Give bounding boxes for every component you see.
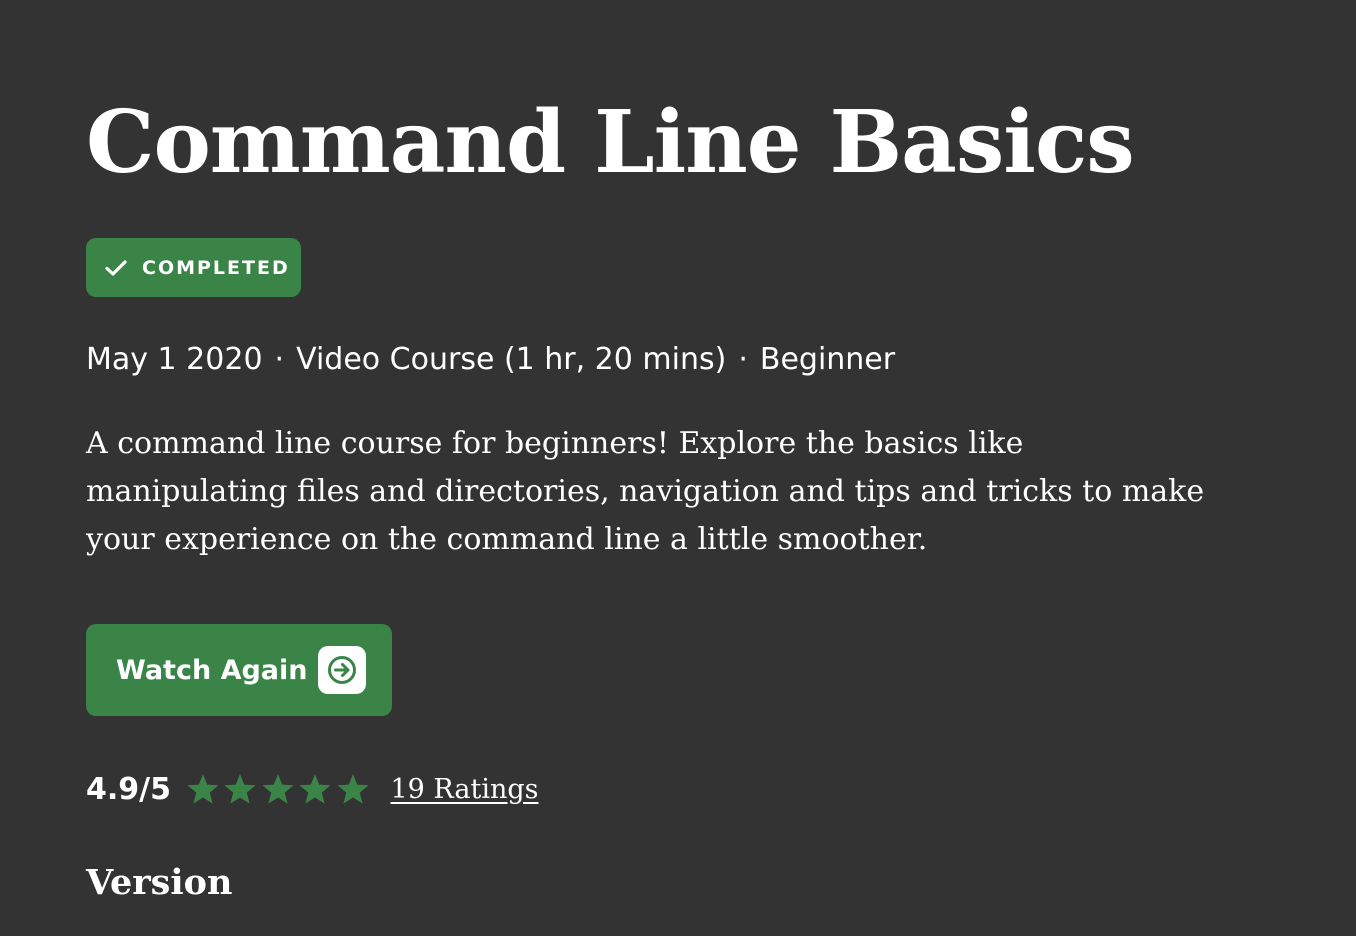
course-date: May 1 2020 bbox=[86, 342, 263, 377]
star-icon bbox=[185, 772, 221, 806]
page-title: Command Line Basics bbox=[86, 92, 1135, 193]
meta-separator: · bbox=[738, 342, 748, 377]
course-meta: May 1 2020 · Video Course (1 hr, 20 mins… bbox=[86, 340, 895, 380]
watch-again-button[interactable]: Watch Again bbox=[86, 624, 392, 716]
status-badge-label: COMPLETED bbox=[142, 256, 290, 279]
rating-summary: 4.9/5 19 Ratings bbox=[86, 766, 538, 812]
star-icon bbox=[297, 772, 333, 806]
star-rating bbox=[185, 772, 373, 806]
star-icon bbox=[222, 772, 258, 806]
meta-separator: · bbox=[274, 342, 285, 377]
rating-score: 4.9/5 bbox=[86, 771, 171, 807]
course-description: A command line course for beginners! Exp… bbox=[86, 426, 1205, 557]
ratings-count-link[interactable]: 19 Ratings bbox=[390, 774, 538, 805]
arrow-right-icon bbox=[318, 646, 366, 694]
status-badge: COMPLETED bbox=[86, 238, 301, 297]
star-icon bbox=[260, 772, 296, 806]
version-heading: Version bbox=[86, 862, 233, 903]
watch-again-label: Watch Again bbox=[116, 654, 308, 686]
checkmark-icon bbox=[104, 256, 128, 280]
course-format: Video Course (1 hr, 20 mins) bbox=[296, 342, 727, 377]
course-level: Beginner bbox=[759, 342, 896, 377]
star-icon bbox=[335, 772, 371, 806]
